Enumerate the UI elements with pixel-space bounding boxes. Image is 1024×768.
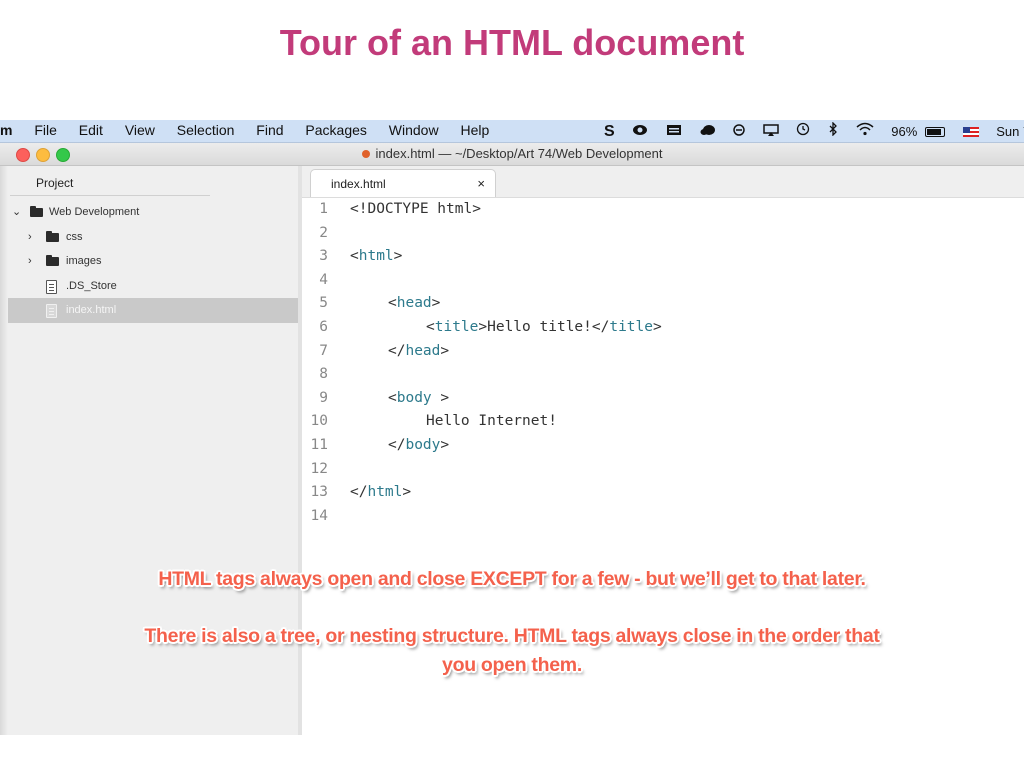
menu-window[interactable]: Window: [389, 122, 439, 138]
editor-pane[interactable]: index.html × 1 <!DOCTYPE html> 2 3 <html> …: [302, 166, 1024, 735]
tree-item-index-html[interactable]: index.html: [0, 298, 298, 323]
code-line: 5 <head>: [302, 292, 1024, 316]
line-number: 3: [319, 248, 328, 265]
tree-item-images[interactable]: › images: [0, 249, 298, 274]
wifi-icon[interactable]: [856, 122, 874, 139]
caption-nesting-line-1: There is also a tree, or nesting structu…: [144, 625, 880, 647]
code-line: 13 </html>: [302, 481, 1024, 505]
line-number: 8: [319, 366, 328, 383]
project-panel-tab[interactable]: Project: [10, 170, 210, 196]
tree-item-ds-store[interactable]: .DS_Store: [0, 274, 298, 299]
desktop-edge: [0, 166, 8, 735]
line-number: 4: [319, 271, 328, 288]
close-icon[interactable]: ×: [477, 170, 485, 198]
code-text: <head>: [388, 295, 441, 312]
code-line: 8: [302, 363, 1024, 387]
project-panel-label: Project: [36, 176, 74, 190]
code-text: <body >: [388, 389, 450, 406]
folder-icon: [46, 230, 59, 242]
tree-item-label: .DS_Store: [66, 279, 117, 292]
tree-item-web-development[interactable]: ⌄ Web Development: [0, 200, 298, 225]
menu-selection[interactable]: Selection: [177, 122, 235, 138]
code-line: 14: [302, 505, 1024, 529]
code-line: 11 </body>: [302, 434, 1024, 458]
line-number: 7: [319, 342, 328, 359]
line-number: 6: [319, 318, 328, 335]
do-not-disturb-icon[interactable]: [733, 124, 745, 139]
editor-tab-index-html[interactable]: index.html ×: [310, 169, 496, 197]
cloud-icon[interactable]: [700, 124, 716, 139]
file-icon: [46, 304, 57, 318]
flag-icon[interactable]: [962, 127, 979, 137]
code-line: 9 <body >: [302, 387, 1024, 411]
menu-bar: m File Edit View Selection Find Packages…: [0, 120, 1024, 143]
menu-help[interactable]: Help: [460, 122, 489, 138]
code-text: <title>Hello title!</title>: [426, 318, 662, 335]
menu-find[interactable]: Find: [256, 122, 283, 138]
code-line: 7 </head>: [302, 340, 1024, 364]
code-text: </head>: [388, 342, 450, 359]
code-line: 4: [302, 269, 1024, 293]
editor-tab-bar: index.html ×: [302, 166, 1024, 198]
slide-title: Tour of an HTML document: [279, 22, 745, 63]
menu-packages[interactable]: Packages: [305, 122, 366, 138]
code-text: <!DOCTYPE html>: [350, 201, 481, 217]
code-line: 6 <title>Hello title!</title>: [302, 316, 1024, 340]
bluetooth-icon[interactable]: [828, 121, 838, 139]
code-line: 3 <html>: [302, 245, 1024, 269]
creative-cloud-icon[interactable]: [632, 124, 648, 139]
skype-icon[interactable]: S: [604, 124, 615, 140]
caption-tags-open-close: HTML tags always open and close EXCEPT f…: [158, 568, 866, 590]
tree-item-label: index.html: [66, 304, 117, 316]
line-number: 10: [310, 413, 328, 430]
code-line: 10 Hello Internet!: [302, 410, 1024, 434]
code-line: 12: [302, 458, 1024, 482]
file-tree: ⌄ Web Development › css › images .DS_Sto…: [0, 200, 298, 323]
line-number: 11: [310, 436, 328, 453]
menu-clock[interactable]: Sun 7:: [996, 124, 1024, 139]
menu-view[interactable]: View: [125, 122, 155, 138]
line-number: 5: [319, 295, 328, 312]
time-machine-icon[interactable]: [796, 122, 810, 139]
line-number: 2: [319, 224, 328, 241]
tree-item-label: images: [66, 255, 102, 267]
folder-icon: [46, 255, 59, 266]
caption-nesting-line-2: you open them.: [442, 654, 582, 676]
window-titlebar[interactable]: index.html — ~/Desktop/Art 74/Web Develo…: [0, 143, 1024, 166]
chevron-right-icon[interactable]: ›: [28, 225, 32, 250]
chevron-right-icon[interactable]: ›: [28, 249, 32, 274]
line-number: 12: [310, 460, 328, 477]
battery-icon[interactable]: [924, 127, 945, 137]
code-text: </html>: [350, 484, 412, 501]
code-line: 1 <!DOCTYPE html>: [302, 198, 1024, 222]
file-icon: [46, 279, 57, 294]
code-text: Hello Internet!: [426, 413, 557, 430]
code-text: </body>: [388, 436, 450, 453]
code-line: 2: [302, 222, 1024, 246]
code-text: <html>: [350, 248, 403, 265]
chevron-down-icon[interactable]: ⌄: [12, 200, 21, 225]
menu-app-name[interactable]: m: [0, 122, 12, 138]
tree-item-css[interactable]: › css: [0, 225, 298, 250]
window-title: index.html — ~/Desktop/Art 74/Web Develo…: [375, 146, 663, 161]
folder-icon: [30, 206, 43, 217]
menu-file[interactable]: File: [34, 122, 57, 138]
line-number: 14: [310, 507, 328, 524]
line-number: 9: [319, 389, 328, 406]
dropbox-icon[interactable]: [666, 124, 682, 139]
html-file-icon: [361, 150, 370, 158]
line-number: 13: [310, 484, 328, 501]
line-number: 1: [319, 201, 328, 217]
battery-percent: 96%: [891, 124, 918, 139]
editor-tab-label: index.html: [331, 177, 386, 191]
project-sidebar: Project ⌄ Web Development › css › images…: [0, 166, 302, 735]
tree-item-label: css: [66, 230, 83, 243]
code-area[interactable]: 1 <!DOCTYPE html> 2 3 <html> 4 5 <head> 6 <t…: [302, 198, 1024, 528]
airplay-icon[interactable]: [763, 124, 779, 139]
menu-edit[interactable]: Edit: [79, 122, 103, 138]
tree-item-label: Web Development: [49, 206, 140, 218]
